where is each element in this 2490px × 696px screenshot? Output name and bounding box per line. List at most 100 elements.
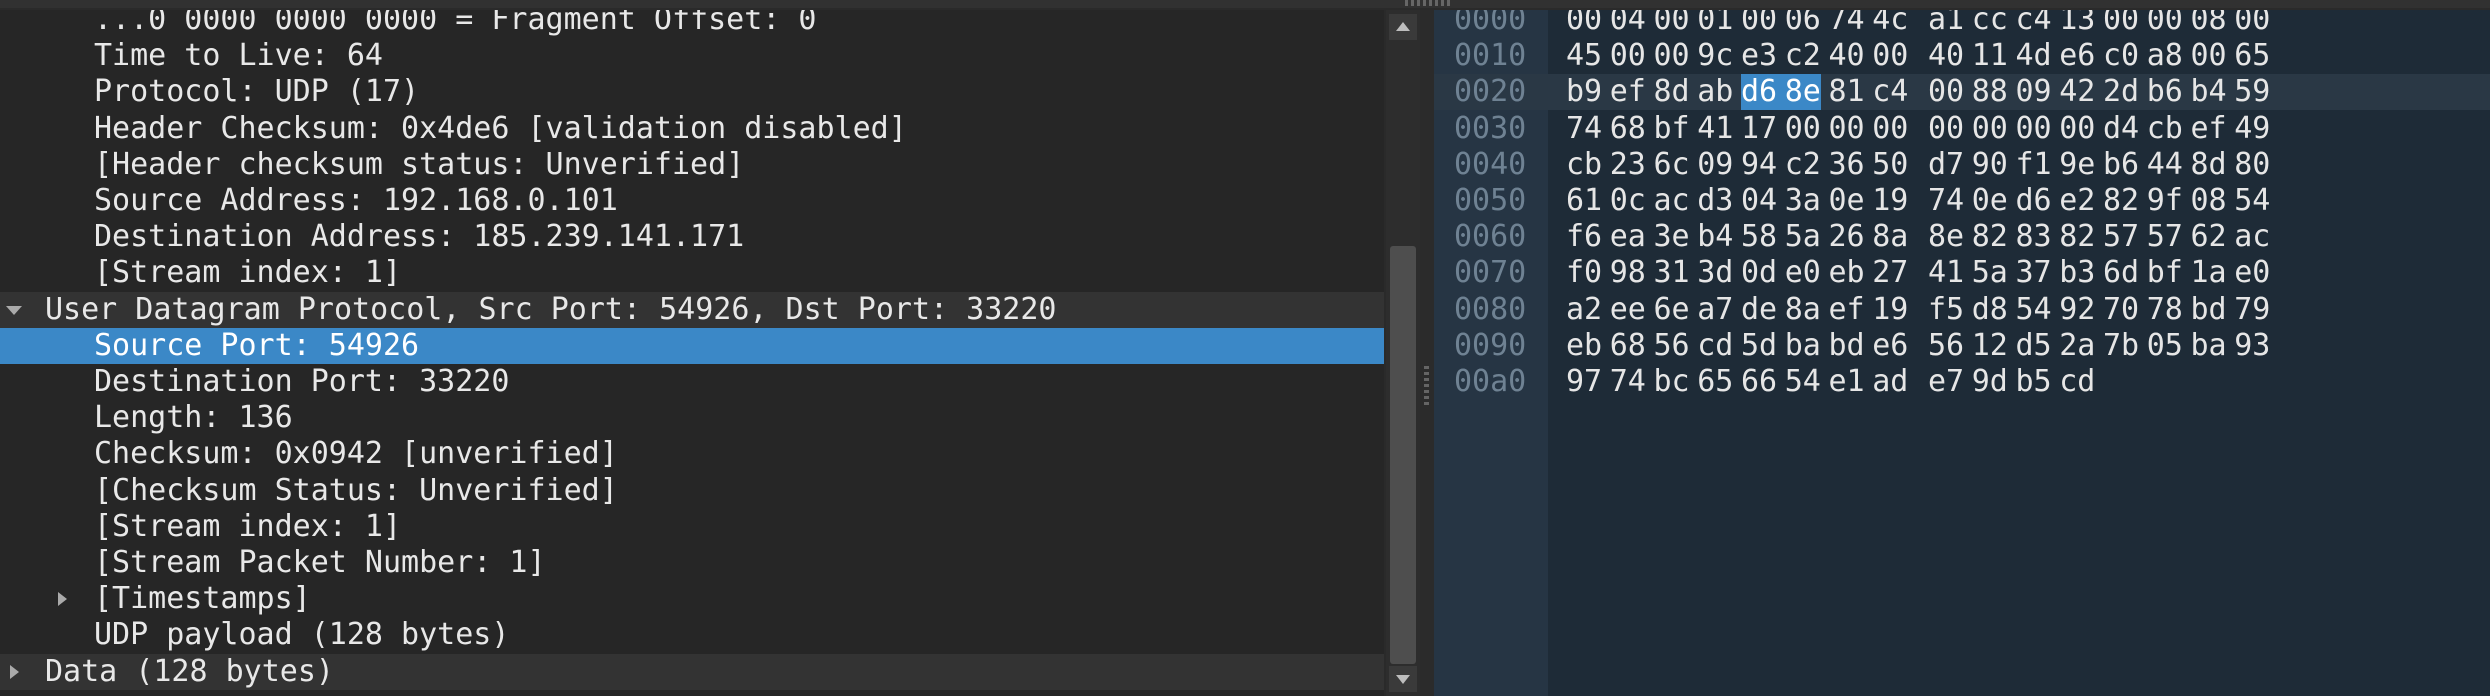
hex-byte[interactable]: 74 [1829, 10, 1865, 38]
splitter-grip-icon[interactable] [1424, 366, 1429, 406]
hex-byte[interactable]: ad [1872, 364, 1908, 400]
hex-byte[interactable]: 83 [2016, 219, 2052, 255]
hex-byte[interactable]: 49 [2234, 111, 2270, 147]
hex-byte[interactable]: 8e [1784, 74, 1821, 111]
hex-byte[interactable]: 3a [1785, 183, 1821, 219]
hex-byte[interactable]: 44 [2147, 147, 2183, 183]
hex-byte[interactable]: 01 [1697, 10, 1733, 38]
triangle-down-icon[interactable] [6, 292, 22, 328]
hex-byte[interactable]: 4c [1872, 10, 1908, 38]
hex-byte[interactable]: 74 [1566, 111, 1602, 147]
tree-row[interactable]: Destination Address: 185.239.141.171 [0, 219, 1384, 255]
hex-byte[interactable]: 9f [2147, 183, 2183, 219]
hex-byte[interactable]: a1 [1928, 10, 1964, 38]
tree-row[interactable]: Header Checksum: 0x4de6 [validation disa… [0, 111, 1384, 147]
hex-byte[interactable]: 88 [1972, 74, 2008, 110]
hex-byte[interactable]: 98 [1610, 255, 1646, 291]
hex-byte[interactable]: 92 [2059, 292, 2095, 328]
hex-byte[interactable]: 00 [1928, 74, 1964, 110]
hex-byte[interactable]: f6 [1566, 219, 1602, 255]
tree-section-row[interactable]: Data (128 bytes) [0, 653, 1384, 690]
hex-byte[interactable]: 61 [1566, 183, 1602, 219]
hex-byte[interactable]: d3 [1697, 183, 1733, 219]
hex-byte[interactable]: 54 [2016, 292, 2052, 328]
hex-byte[interactable]: 9e [2059, 147, 2095, 183]
hex-byte[interactable]: c2 [1785, 147, 1821, 183]
hex-byte[interactable]: 6e [1654, 292, 1690, 328]
hex-byte[interactable]: bc [1654, 364, 1690, 400]
hex-byte[interactable]: 57 [2103, 219, 2139, 255]
hex-byte[interactable]: b6 [2103, 147, 2139, 183]
hex-byte[interactable]: 00 [1785, 111, 1821, 147]
hex-byte[interactable]: e1 [1829, 364, 1865, 400]
triangle-right-icon[interactable] [6, 654, 22, 690]
hex-byte[interactable]: e6 [2059, 38, 2095, 74]
hex-byte[interactable]: bd [2191, 292, 2227, 328]
hex-byte[interactable]: 05 [2147, 328, 2183, 364]
hex-byte[interactable]: 8a [1872, 219, 1908, 255]
hex-byte[interactable]: 59 [2234, 74, 2270, 110]
hex-byte[interactable]: 94 [1741, 147, 1777, 183]
hex-byte[interactable]: f5 [1928, 292, 1964, 328]
hex-byte[interactable]: 40 [1928, 38, 1964, 74]
scroll-down-arrow-icon[interactable] [1389, 666, 1417, 692]
hex-byte[interactable]: 54 [1785, 364, 1821, 400]
hex-byte[interactable]: 65 [1697, 364, 1733, 400]
hex-byte[interactable]: 00 [2016, 111, 2052, 147]
hex-byte[interactable]: ef [1610, 74, 1646, 110]
hex-byte[interactable]: 9c [1697, 38, 1733, 74]
hex-byte[interactable]: 00 [1872, 38, 1908, 74]
hex-byte[interactable]: cc [1972, 10, 2008, 38]
hex-byte[interactable]: ee [1610, 292, 1646, 328]
hex-byte[interactable]: 9d [1972, 364, 2008, 400]
tree-row[interactable]: ...0 0000 0000 0000 = Fragment Offset: 0 [0, 10, 1384, 38]
hex-byte[interactable]: 56 [1654, 328, 1690, 364]
hex-byte[interactable]: 12 [1972, 328, 2008, 364]
hex-byte[interactable]: ba [2191, 328, 2227, 364]
hex-byte[interactable]: 62 [2191, 219, 2227, 255]
hex-byte[interactable]: ac [2234, 219, 2270, 255]
tree-row[interactable]: Checksum: 0x0942 [unverified] [0, 436, 1384, 472]
tree-row[interactable]: Source Port: 54926 [0, 327, 1384, 364]
hex-byte[interactable]: 6c [1654, 147, 1690, 183]
hex-byte[interactable]: e3 [1741, 38, 1777, 74]
hex-byte[interactable]: 00 [2147, 10, 2183, 38]
hex-byte[interactable]: 45 [1566, 38, 1602, 74]
hex-byte[interactable]: 00 [1610, 38, 1646, 74]
hex-byte[interactable]: 5a [1785, 219, 1821, 255]
hex-byte[interactable]: c0 [2103, 38, 2139, 74]
tree-row[interactable]: Time to Live: 64 [0, 38, 1384, 74]
tree-row[interactable]: [Stream Packet Number: 1] [0, 545, 1384, 581]
hex-byte[interactable]: 0c [1610, 183, 1646, 219]
hex-byte[interactable]: 27 [1872, 255, 1908, 291]
hex-byte[interactable]: 74 [1928, 183, 1964, 219]
hex-byte[interactable]: 00 [1872, 111, 1908, 147]
hex-byte[interactable]: 5d [1741, 328, 1777, 364]
tree-row[interactable]: [Timestamps] [0, 581, 1384, 617]
hex-byte[interactable]: 68 [1610, 328, 1646, 364]
hex-byte[interactable]: 00 [1566, 10, 1602, 38]
hex-byte[interactable]: d6 [2016, 183, 2052, 219]
hex-byte[interactable]: d6 [1741, 74, 1785, 111]
hex-byte[interactable]: 40 [1829, 38, 1865, 74]
hex-byte[interactable]: 09 [1697, 147, 1733, 183]
hex-byte[interactable]: c4 [2016, 10, 2052, 38]
hex-byte[interactable]: 3e [1654, 219, 1690, 255]
hex-byte[interactable]: a2 [1566, 292, 1602, 328]
hex-byte[interactable]: 00 [1741, 10, 1777, 38]
hex-byte[interactable]: 23 [1610, 147, 1646, 183]
hex-byte[interactable]: ea [1610, 219, 1646, 255]
hex-byte[interactable]: 36 [1829, 147, 1865, 183]
hex-byte[interactable]: 26 [1829, 219, 1865, 255]
hex-byte[interactable]: d7 [1928, 147, 1964, 183]
hex-byte[interactable]: 57 [2147, 219, 2183, 255]
hex-byte[interactable]: 93 [2234, 328, 2270, 364]
tree-row[interactable]: [Stream index: 1] [0, 509, 1384, 545]
packet-details-tree[interactable]: ...0 0000 0000 0000 = Fragment Offset: 0… [0, 10, 1384, 696]
hex-byte[interactable]: 66 [1741, 364, 1777, 400]
hex-byte[interactable]: f0 [1566, 255, 1602, 291]
hex-byte[interactable]: b4 [1697, 219, 1733, 255]
hex-byte[interactable]: 0d [1741, 255, 1777, 291]
hex-byte[interactable]: 80 [2234, 147, 2270, 183]
hex-byte[interactable]: 31 [1654, 255, 1690, 291]
